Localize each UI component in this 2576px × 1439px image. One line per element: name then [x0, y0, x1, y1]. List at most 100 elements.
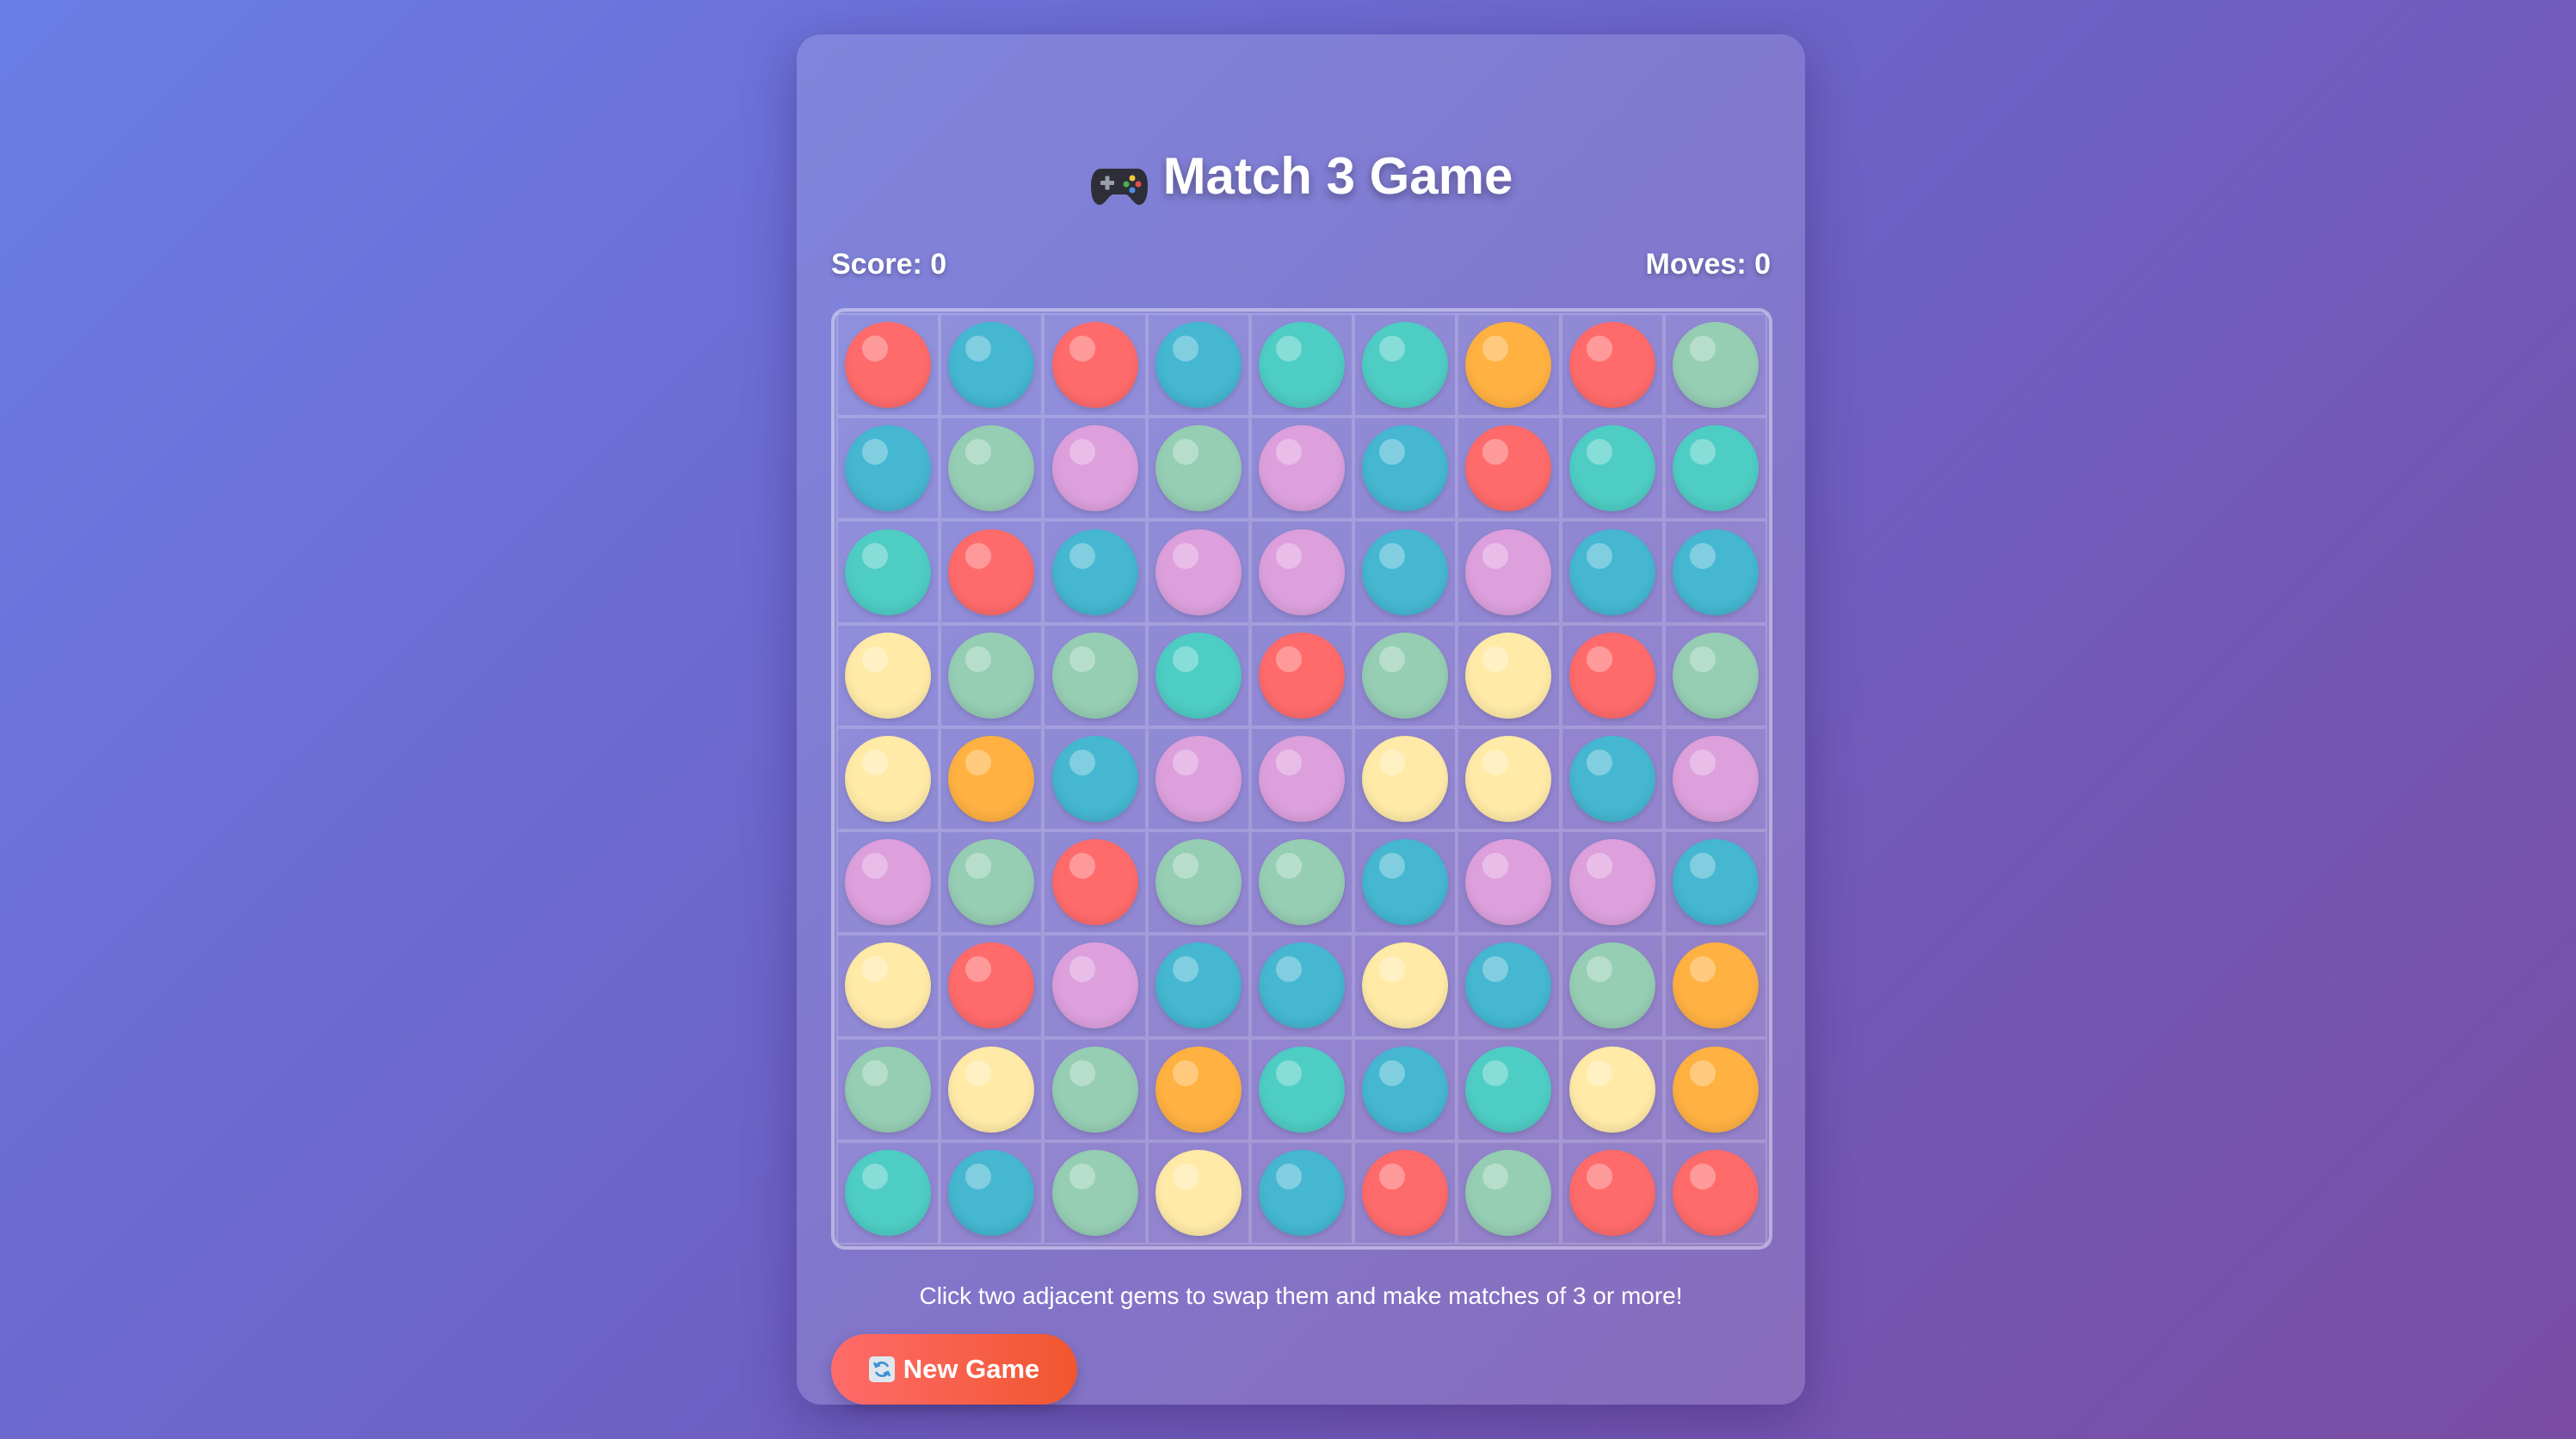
- gem-green[interactable]: [1258, 839, 1345, 926]
- gem-blue[interactable]: [1258, 942, 1345, 1029]
- board-cell[interactable]: [1353, 726, 1457, 831]
- board-cell[interactable]: [836, 520, 940, 624]
- gem-green[interactable]: [1465, 1149, 1552, 1236]
- gem-pink[interactable]: [1672, 735, 1759, 822]
- gem-yellow[interactable]: [1362, 942, 1449, 1029]
- board-cell[interactable]: [1146, 417, 1250, 521]
- gem-teal[interactable]: [845, 1149, 932, 1236]
- gem-pink[interactable]: [1051, 425, 1138, 512]
- gem-red[interactable]: [1362, 1149, 1449, 1236]
- board-cell[interactable]: [1457, 520, 1561, 624]
- gem-yellow[interactable]: [1155, 1149, 1242, 1236]
- gem-green[interactable]: [948, 839, 1035, 926]
- board-cell[interactable]: [1043, 520, 1147, 624]
- gem-green[interactable]: [1155, 425, 1242, 512]
- board-cell[interactable]: [1249, 934, 1354, 1038]
- board-cell[interactable]: [1560, 726, 1664, 831]
- board-cell[interactable]: [940, 831, 1044, 935]
- gem-red[interactable]: [1568, 632, 1655, 719]
- board-cell[interactable]: [1457, 1037, 1561, 1141]
- gem-blue[interactable]: [1155, 322, 1242, 409]
- board-cell[interactable]: [1663, 520, 1767, 624]
- board-cell[interactable]: [1353, 1140, 1457, 1244]
- board-cell[interactable]: [836, 934, 940, 1038]
- board-cell[interactable]: [1249, 623, 1354, 727]
- new-game-button[interactable]: New Game: [831, 1334, 1077, 1405]
- board-cell[interactable]: [1146, 623, 1250, 727]
- board-cell[interactable]: [1663, 726, 1767, 831]
- board-cell[interactable]: [1043, 1140, 1147, 1244]
- gem-blue[interactable]: [1258, 1149, 1345, 1236]
- gem-pink[interactable]: [1258, 528, 1345, 615]
- board-cell[interactable]: [836, 313, 940, 417]
- board-cell[interactable]: [836, 1037, 940, 1141]
- gem-blue[interactable]: [1465, 942, 1552, 1029]
- gem-green[interactable]: [1155, 839, 1242, 926]
- board-cell[interactable]: [940, 623, 1044, 727]
- board-cell[interactable]: [1249, 313, 1354, 417]
- gem-red[interactable]: [948, 942, 1035, 1029]
- board-cell[interactable]: [1249, 520, 1354, 624]
- board-cell[interactable]: [836, 623, 940, 727]
- gem-teal[interactable]: [1258, 322, 1345, 409]
- gem-red[interactable]: [1051, 322, 1138, 409]
- gem-pink[interactable]: [1258, 735, 1345, 822]
- gem-green[interactable]: [1672, 322, 1759, 409]
- board-cell[interactable]: [1043, 831, 1147, 935]
- gem-blue[interactable]: [845, 425, 932, 512]
- board-cell[interactable]: [1663, 623, 1767, 727]
- gem-red[interactable]: [1672, 1149, 1759, 1236]
- gem-green[interactable]: [1051, 1046, 1138, 1133]
- board-cell[interactable]: [1560, 831, 1664, 935]
- board-cell[interactable]: [940, 313, 1044, 417]
- board-cell[interactable]: [1249, 726, 1354, 831]
- gem-green[interactable]: [1362, 632, 1449, 719]
- board-cell[interactable]: [1146, 1037, 1250, 1141]
- board-cell[interactable]: [836, 831, 940, 935]
- gem-red[interactable]: [1568, 1149, 1655, 1236]
- board-cell[interactable]: [1560, 520, 1664, 624]
- board-cell[interactable]: [940, 726, 1044, 831]
- gem-green[interactable]: [948, 425, 1035, 512]
- gem-orange[interactable]: [1155, 1046, 1242, 1133]
- board-cell[interactable]: [1146, 313, 1250, 417]
- board-cell[interactable]: [1043, 623, 1147, 727]
- board-cell[interactable]: [1663, 417, 1767, 521]
- board-cell[interactable]: [1249, 1037, 1354, 1141]
- board-cell[interactable]: [1146, 1140, 1250, 1244]
- gem-yellow[interactable]: [1465, 735, 1552, 822]
- gem-teal[interactable]: [1258, 1046, 1345, 1133]
- board-cell[interactable]: [1663, 934, 1767, 1038]
- gem-yellow[interactable]: [1568, 1046, 1655, 1133]
- board-cell[interactable]: [1457, 623, 1561, 727]
- board-cell[interactable]: [836, 726, 940, 831]
- board-cell[interactable]: [1663, 1037, 1767, 1141]
- gem-teal[interactable]: [845, 528, 932, 615]
- gem-orange[interactable]: [948, 735, 1035, 822]
- board-cell[interactable]: [1457, 726, 1561, 831]
- gem-blue[interactable]: [1568, 735, 1655, 822]
- board-cell[interactable]: [1043, 726, 1147, 831]
- board-cell[interactable]: [1457, 934, 1561, 1038]
- gem-red[interactable]: [845, 322, 932, 409]
- gem-blue[interactable]: [1362, 1046, 1449, 1133]
- gem-pink[interactable]: [1568, 839, 1655, 926]
- gem-blue[interactable]: [1051, 528, 1138, 615]
- board-cell[interactable]: [1353, 313, 1457, 417]
- board-cell[interactable]: [1043, 934, 1147, 1038]
- gem-yellow[interactable]: [845, 632, 932, 719]
- gem-teal[interactable]: [1568, 425, 1655, 512]
- board-cell[interactable]: [1457, 313, 1561, 417]
- board-cell[interactable]: [940, 417, 1044, 521]
- gem-green[interactable]: [1051, 1149, 1138, 1236]
- board-cell[interactable]: [1663, 1140, 1767, 1244]
- gem-green[interactable]: [948, 632, 1035, 719]
- gem-red[interactable]: [1568, 322, 1655, 409]
- gem-blue[interactable]: [1568, 528, 1655, 615]
- gem-pink[interactable]: [1465, 839, 1552, 926]
- gem-yellow[interactable]: [845, 942, 932, 1029]
- gem-teal[interactable]: [1362, 322, 1449, 409]
- gem-pink[interactable]: [1155, 528, 1242, 615]
- board-cell[interactable]: [1043, 1037, 1147, 1141]
- gem-yellow[interactable]: [1362, 735, 1449, 822]
